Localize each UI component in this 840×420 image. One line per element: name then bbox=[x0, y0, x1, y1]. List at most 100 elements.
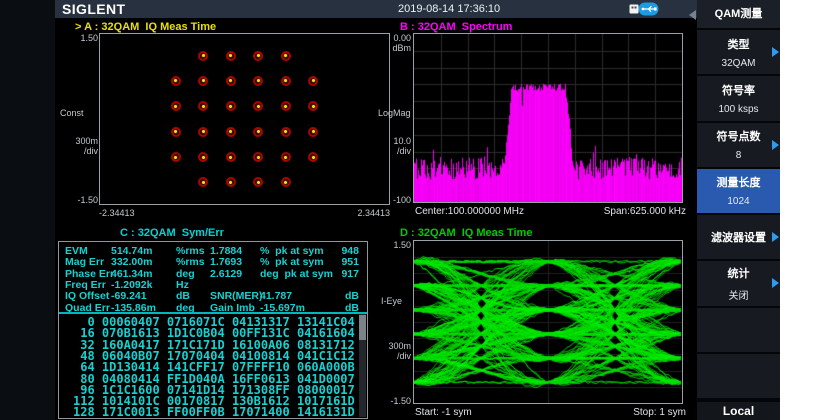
softkey-label: 符号率 bbox=[722, 82, 755, 98]
constellation-point bbox=[171, 76, 181, 86]
datetime-display: 2019-08-14 17:36:10 bbox=[398, 3, 500, 15]
softkey-value: 关闭 bbox=[729, 287, 749, 302]
a-xmax-label: 2.34413 bbox=[310, 208, 390, 218]
top-status-bar bbox=[55, 0, 697, 18]
screenshot-root: SIGLENT 2019-08-14 17:36:10 > A : 32QAM … bbox=[0, 0, 840, 420]
constellation-point bbox=[308, 76, 318, 86]
constellation-point bbox=[226, 76, 236, 86]
symbol-hex-row: 128 171C0013 FF00FF0B 17071400 1416131D bbox=[73, 407, 355, 418]
a-ydiv-label: 300m bbox=[70, 136, 98, 146]
symbol-table-scrollbar[interactable] bbox=[359, 314, 366, 417]
a-ylabel: Const bbox=[60, 108, 84, 118]
d-ylabel: I-Eye bbox=[381, 296, 402, 306]
b-ydiv-suffix: /div bbox=[379, 146, 411, 156]
constellation-point bbox=[198, 76, 208, 86]
constellation-point bbox=[281, 101, 291, 111]
measurement-row: Phase Err461.34mdeg2.6129deg pk at sym91… bbox=[59, 268, 367, 279]
table-divider bbox=[59, 312, 367, 314]
spectrum-trace bbox=[414, 34, 682, 202]
softkey-value: 100 ksps bbox=[718, 104, 758, 115]
measurement-row: Mag Err332.00m%rms1.7693% pk at sym951 bbox=[59, 256, 367, 267]
b-ylabel: LogMag bbox=[378, 108, 411, 118]
constellation-point bbox=[198, 101, 208, 111]
constellation-point bbox=[171, 101, 181, 111]
eye-diagram-trace bbox=[414, 241, 682, 403]
sidebar-item-blank-1 bbox=[697, 308, 780, 354]
b-ymin-label: -100 bbox=[379, 195, 411, 205]
window-a-title[interactable]: > A : 32QAM IQ Meas Time bbox=[75, 21, 216, 33]
submenu-arrow-icon bbox=[772, 278, 779, 288]
constellation-point bbox=[281, 76, 291, 86]
constellation-point bbox=[308, 152, 318, 162]
sidebar-item-type[interactable]: 类型 32QAM bbox=[697, 30, 780, 76]
active-window-marker: > bbox=[75, 21, 81, 33]
d-ymin-label: -1.50 bbox=[379, 396, 411, 406]
constellation-point bbox=[253, 177, 263, 187]
eye-start-label: Start: -1 sym bbox=[415, 407, 472, 418]
constellation-point bbox=[226, 101, 236, 111]
left-bezel bbox=[0, 0, 55, 420]
span-label: Span:625.000 kHz bbox=[536, 206, 686, 217]
a-ydiv-suffix: /div bbox=[70, 146, 98, 156]
constellation-point bbox=[281, 51, 291, 61]
constellation-point bbox=[171, 127, 181, 137]
submenu-arrow-icon bbox=[772, 47, 779, 57]
constellation-point bbox=[281, 127, 291, 137]
a-ref-label: 1.50 bbox=[70, 33, 98, 43]
constellation-point bbox=[171, 152, 181, 162]
constellation-point bbox=[253, 127, 263, 137]
usb-device-icon bbox=[629, 2, 659, 16]
b-ref-label: 0.00 bbox=[379, 33, 411, 43]
submenu-arrow-icon bbox=[772, 140, 779, 150]
window-b-title[interactable]: B : 32QAM Spectrum bbox=[400, 21, 512, 33]
a-xmin-label: -2.34413 bbox=[99, 208, 135, 218]
center-frequency-label: Center:100.000000 MHz bbox=[415, 206, 524, 217]
softkey-label: 统计 bbox=[728, 265, 750, 281]
softkey-label: 滤波器设置 bbox=[711, 229, 766, 245]
siglent-logo: SIGLENT bbox=[62, 1, 125, 17]
window-d-title[interactable]: D : 32QAM IQ Meas Time bbox=[400, 227, 532, 239]
constellation-points bbox=[100, 34, 389, 204]
b-ydiv-label: 10.0 bbox=[379, 136, 411, 146]
sidebar-item-meas-length[interactable]: 测量长度 1024 bbox=[697, 169, 780, 215]
submenu-arrow-icon bbox=[772, 232, 779, 242]
measurement-row: Quad Err-135.86mdegGain Imb-15.697mdB bbox=[59, 302, 367, 313]
window-c-title[interactable]: C : 32QAM Sym/Err bbox=[120, 227, 224, 239]
error-summary-table: EVM514.74m%rms1.7884% pk at sym948Mag Er… bbox=[59, 243, 367, 311]
softkey-value: 8 bbox=[736, 150, 742, 161]
measurement-row: Freq Err-1.2092kHz bbox=[59, 279, 367, 290]
menu-back-arrow-icon[interactable] bbox=[689, 10, 696, 20]
constellation-point bbox=[253, 101, 263, 111]
constellation-point bbox=[281, 152, 291, 162]
constellation-point bbox=[198, 127, 208, 137]
sidebar-item-points-per-symbol[interactable]: 符号点数8 bbox=[697, 123, 780, 169]
softkey-value: 1024 bbox=[727, 196, 749, 207]
constellation-point bbox=[226, 177, 236, 187]
symbol-hex-table: 0 00060407 0716071C 04131317 13141C04 16… bbox=[73, 317, 363, 418]
a-ymin-label: -1.50 bbox=[66, 195, 98, 205]
softkey-menu: 类型 32QAM 符号率 100 ksps 符号点数8 测量长度 1024 滤波器设置统计关闭 bbox=[697, 30, 780, 400]
measurement-row: EVM514.74m%rms1.7884% pk at sym948 bbox=[59, 245, 367, 256]
constellation-point bbox=[308, 127, 318, 137]
sidebar-item-symbol-rate[interactable]: 符号率 100 ksps bbox=[697, 76, 780, 122]
softkey-label: 测量长度 bbox=[717, 174, 761, 190]
softkey-value: 32QAM bbox=[722, 58, 756, 69]
d-ydiv-suffix: /div bbox=[379, 351, 411, 361]
constellation-point bbox=[198, 177, 208, 187]
softkey-menu-title: QAM测量 bbox=[697, 0, 780, 30]
d-ymax-label: 1.50 bbox=[379, 240, 411, 250]
constellation-point bbox=[226, 152, 236, 162]
b-ref-unit: dBm bbox=[379, 43, 411, 53]
constellation-point bbox=[253, 152, 263, 162]
constellation-point bbox=[308, 101, 318, 111]
sidebar-item-statistics[interactable]: 统计关闭 bbox=[697, 261, 780, 307]
local-button[interactable]: Local bbox=[697, 400, 780, 420]
constellation-point bbox=[198, 51, 208, 61]
constellation-point bbox=[198, 152, 208, 162]
d-ydiv-label: 300m bbox=[379, 341, 411, 351]
eye-stop-label: Stop: 1 sym bbox=[536, 407, 686, 418]
softkey-label: 类型 bbox=[728, 36, 750, 52]
sidebar-item-filter-settings[interactable]: 滤波器设置 bbox=[697, 215, 780, 261]
scrollbar-thumb[interactable] bbox=[359, 315, 366, 340]
constellation-point bbox=[253, 51, 263, 61]
